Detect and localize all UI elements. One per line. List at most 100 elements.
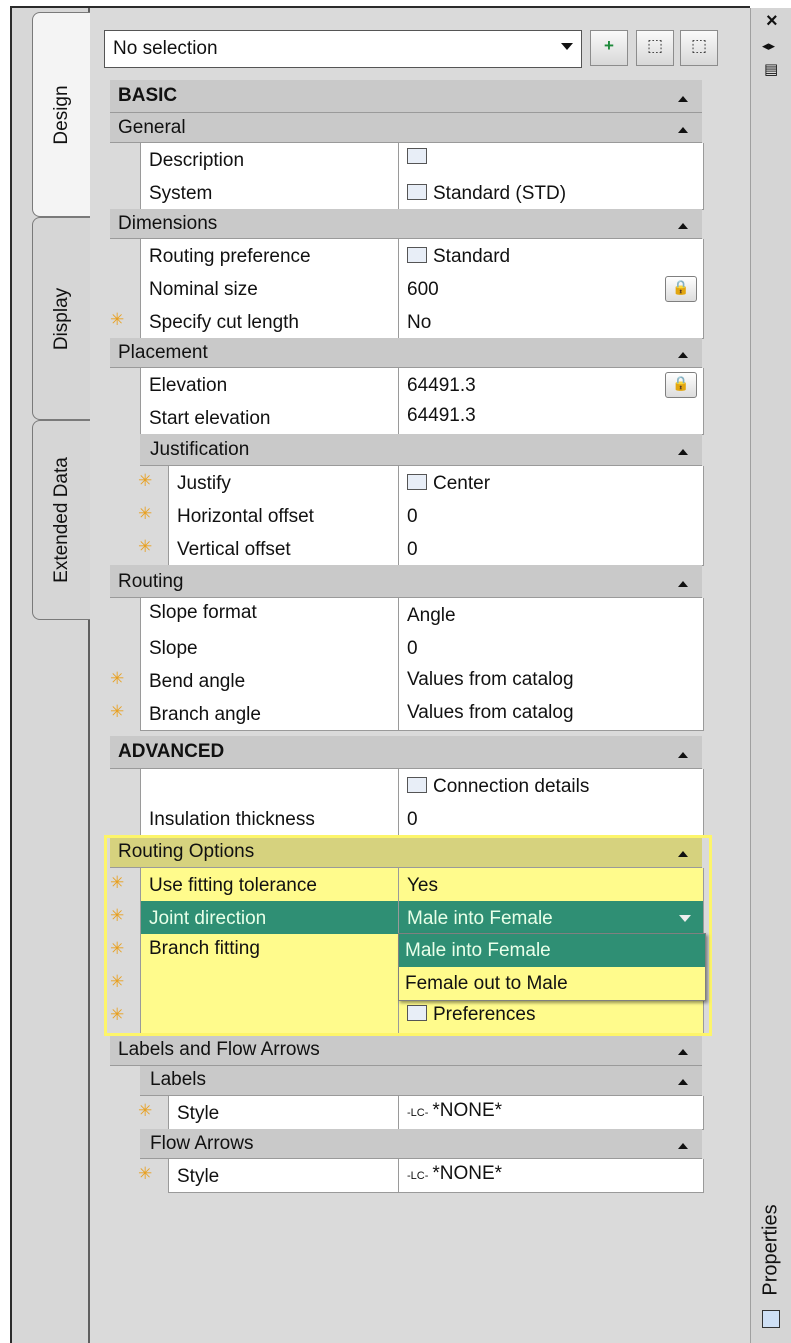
selection-dropdown[interactable]: No selection [104, 30, 582, 68]
auto-hide-icon[interactable]: ◂▸ [762, 38, 775, 54]
property-value: Connection details [433, 776, 590, 797]
group-placement[interactable]: Placement [110, 338, 702, 368]
property-label: Description [149, 150, 245, 171]
close-icon[interactable]: × [766, 10, 778, 33]
group-labels[interactable]: Labels [140, 1066, 702, 1096]
tab-design[interactable]: Design [32, 12, 90, 217]
category-advanced[interactable]: ADVANCED [110, 736, 702, 769]
asterisk-icon: ✳ [110, 939, 125, 958]
option-female-out-to-male[interactable]: Female out to Male [399, 967, 705, 1000]
connection-details-icon[interactable] [407, 777, 427, 793]
property-row-branch-angle[interactable]: ✳ Branch angle Values from catalog [110, 697, 704, 731]
palette-menu-icon[interactable]: ▤ [764, 60, 778, 78]
property-value: 0 [407, 506, 418, 527]
tab-display[interactable]: Display [32, 217, 90, 420]
property-row-bend-angle[interactable]: ✳ Bend angle Values from catalog [110, 664, 704, 698]
asterisk-icon: ✳ [138, 1101, 153, 1120]
asterisk-icon: ✳ [110, 702, 125, 721]
property-row-specify-cut-length[interactable]: ✳ Specify cut length No [110, 305, 704, 339]
group-justification[interactable]: Justification [140, 434, 702, 466]
property-row-insulation-thickness[interactable]: Insulation thickness 0 [110, 802, 704, 836]
property-label: Style [177, 1166, 220, 1187]
collapse-icon[interactable] [678, 1143, 688, 1149]
property-value: Standard [433, 246, 511, 267]
system-icon [407, 184, 427, 200]
category-basic-label: BASIC [118, 85, 178, 106]
add-icon: + [604, 36, 614, 55]
group-flow-arrows-label: Flow Arrows [150, 1133, 254, 1154]
category-advanced-label: ADVANCED [118, 741, 225, 762]
property-value: No [407, 312, 432, 333]
collapse-icon[interactable] [678, 851, 688, 857]
property-label: Elevation [149, 375, 228, 396]
property-row-flow-arrows-style[interactable]: ✳ Style -LC- *NONE* [110, 1159, 704, 1193]
collapse-icon[interactable] [678, 1079, 688, 1085]
property-row-routing-preference[interactable]: Routing preference Standard [110, 239, 704, 273]
property-row-horizontal-offset[interactable]: ✳ Horizontal offset 0 [110, 499, 704, 533]
lock-button[interactable]: 🔒 [665, 372, 697, 398]
tab-extended-data[interactable]: Extended Data [32, 420, 90, 620]
property-row-slope[interactable]: Slope 0 [110, 631, 704, 665]
property-value: Center [433, 473, 491, 494]
collapse-icon[interactable] [678, 223, 688, 229]
asterisk-icon: ✳ [138, 1164, 153, 1183]
properties-icon [762, 1310, 780, 1328]
property-value: 0 [407, 809, 418, 830]
group-labels-flow-arrows-label: Labels and Flow Arrows [118, 1039, 320, 1060]
select-objects-icon: ⬚ [646, 36, 664, 55]
property-row-start-elevation[interactable]: Start elevation 64491.3 [110, 401, 704, 435]
group-routing-options[interactable]: Routing Options [110, 835, 702, 868]
collapse-icon[interactable] [678, 449, 688, 455]
group-routing[interactable]: Routing [110, 565, 702, 598]
group-justification-label: Justification [150, 439, 250, 460]
collapse-icon[interactable] [678, 1049, 688, 1055]
collapse-icon[interactable] [678, 352, 688, 358]
property-row-elevation[interactable]: Elevation 64491.3 🔒 [110, 368, 704, 402]
lock-button[interactable]: 🔒 [665, 276, 697, 302]
quick-select-button[interactable]: ⬚ [680, 30, 718, 66]
group-placement-label: Placement [118, 342, 208, 363]
quick-select-icon: ⬚ [690, 36, 708, 55]
collapse-icon[interactable] [678, 96, 688, 102]
description-editor-icon[interactable] [407, 148, 427, 164]
tab-extended-data-label: Extended Data [50, 457, 72, 583]
property-row-use-fitting-tolerance[interactable]: ✳ Use fitting tolerance Yes [110, 868, 704, 902]
property-row-description[interactable]: Description [110, 143, 704, 177]
routing-preference-icon [407, 247, 427, 263]
property-label: Bend angle [149, 671, 246, 692]
property-value: Values from catalog [407, 702, 574, 723]
preferences-icon[interactable] [407, 1005, 427, 1021]
property-row-slope-format[interactable]: Slope format Angle [110, 598, 704, 632]
property-label: Slope format [149, 602, 257, 623]
property-label: Insulation thickness [149, 809, 315, 830]
property-value: 64491.3 [407, 375, 476, 396]
category-basic[interactable]: BASIC [110, 80, 702, 113]
collapse-icon[interactable] [678, 581, 688, 587]
asterisk-icon: ✳ [110, 972, 125, 991]
property-row-justify[interactable]: ✳ Justify Center [110, 466, 704, 500]
property-row-preferences[interactable]: ✳ Preferences [110, 1000, 704, 1034]
palette-title-bar [750, 8, 791, 1343]
property-row-nominal-size[interactable]: Nominal size 600 🔒 [110, 272, 704, 306]
group-labels-flow-arrows[interactable]: Labels and Flow Arrows [110, 1036, 702, 1066]
selection-value: No selection [113, 38, 218, 59]
select-objects-button[interactable]: ⬚ [636, 30, 674, 66]
property-row-joint-direction[interactable]: ✳ Joint direction Male into Female [110, 901, 704, 935]
collapse-icon[interactable] [678, 752, 688, 758]
group-general[interactable]: General [110, 113, 702, 143]
add-selected-button[interactable]: + [590, 30, 628, 66]
collapse-icon[interactable] [678, 127, 688, 133]
group-flow-arrows[interactable]: Flow Arrows [140, 1129, 702, 1159]
property-label: Use fitting tolerance [149, 875, 317, 896]
property-value: Standard (STD) [433, 183, 567, 204]
group-dimensions-label: Dimensions [118, 213, 218, 234]
property-row-system[interactable]: System Standard (STD) [110, 176, 704, 210]
group-dimensions[interactable]: Dimensions [110, 209, 702, 239]
property-row-connection-details[interactable]: Connection details [110, 769, 704, 803]
group-labels-label: Labels [150, 1069, 206, 1090]
property-row-labels-style[interactable]: ✳ Style -LC- *NONE* [110, 1096, 704, 1130]
property-row-vertical-offset[interactable]: ✳ Vertical offset 0 [110, 532, 704, 566]
option-male-into-female[interactable]: Male into Female [399, 934, 705, 967]
asterisk-icon: ✳ [138, 537, 153, 556]
chevron-down-icon[interactable] [679, 915, 691, 922]
